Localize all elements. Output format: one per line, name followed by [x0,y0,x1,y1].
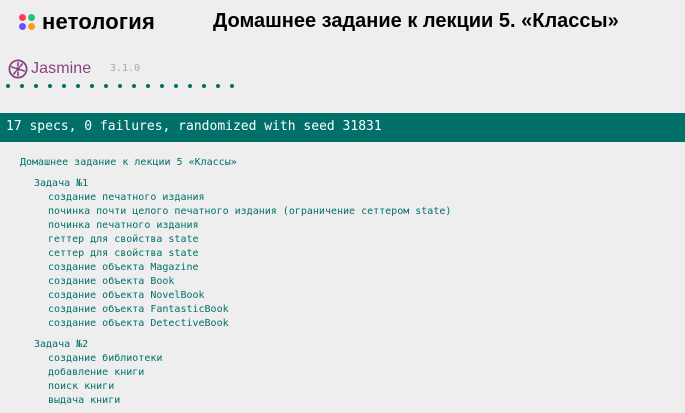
suite-link-task-1[interactable]: Задача №1 [34,178,88,189]
passed-spec-dot[interactable] [230,84,234,88]
spec-link[interactable]: создание библиотеки [48,353,162,364]
top-header: нетология Домашнее задание к лекции 5. «… [0,0,685,44]
spec-link[interactable]: починка почти целого печатного издания (… [48,206,451,217]
passed-spec-dot[interactable] [188,84,192,88]
spec-link[interactable]: выдача книги [48,395,120,406]
passed-spec-dot[interactable] [118,84,122,88]
netology-logo-icon [19,13,36,31]
spec-link[interactable]: создание объекта DetectiveBook [48,318,229,329]
spec-link[interactable]: починка печатного издания [48,220,199,231]
spec-link[interactable]: поиск книги [48,381,114,392]
jasmine-banner[interactable]: Jasmine [8,59,91,79]
passed-spec-dot[interactable] [90,84,94,88]
summary-bar: 17 specs, 0 failures, randomized with se… [0,113,685,142]
jasmine-title: Jasmine [31,60,92,77]
passed-spec-dot[interactable] [216,84,220,88]
passed-spec-dot[interactable] [132,84,136,88]
passed-spec-dot[interactable] [160,84,164,88]
suite-link-task-2[interactable]: Задача №2 [34,339,88,350]
netology-logo[interactable]: нетология [19,9,155,35]
passed-spec-dot[interactable] [62,84,66,88]
passed-spec-dot[interactable] [6,84,10,88]
spec-link[interactable]: создание объекта Magazine [48,262,199,273]
spec-link[interactable]: сеттер для свойства state [48,248,199,259]
spec-link[interactable]: создание объекта FantasticBook [48,304,229,315]
passed-spec-dot[interactable] [48,84,52,88]
spec-link[interactable]: создание объекта Book [48,276,174,287]
passed-spec-dot[interactable] [104,84,108,88]
spec-link[interactable]: создание печатного издания [48,192,205,203]
passed-spec-dot[interactable] [20,84,24,88]
spec-link[interactable]: добавление книги [48,367,144,378]
passed-spec-dot[interactable] [202,84,206,88]
root-suite-link[interactable]: Домашнее задание к лекции 5 «Классы» [20,157,237,168]
spec-link[interactable]: геттер для свойства state [48,234,199,245]
jasmine-version: 3.1.0 [110,63,141,74]
jasmine-flower-icon [8,59,28,79]
brand-name: нетология [42,9,156,34]
spec-status-dots [6,84,244,88]
passed-spec-dot[interactable] [76,84,80,88]
page-title: Домашнее задание к лекции 5. «Классы» [213,10,619,32]
passed-spec-dot[interactable] [174,84,178,88]
spec-link[interactable]: создание объекта NovelBook [48,290,205,301]
summary-text: 17 specs, 0 failures, randomized with se… [6,119,382,134]
passed-spec-dot[interactable] [146,84,150,88]
passed-spec-dot[interactable] [34,84,38,88]
